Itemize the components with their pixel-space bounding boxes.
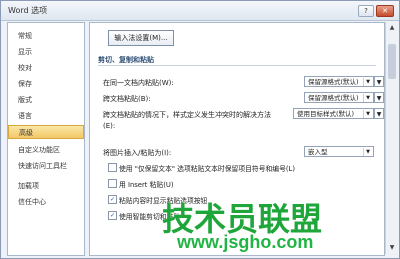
chevron-down-icon: ▼ — [363, 78, 372, 86]
paste-same-document-select[interactable]: 保留源格式(默认) ▼ — [304, 76, 374, 87]
scroll-up-icon[interactable]: ▲ — [388, 24, 396, 32]
sidebar-item-customize-ribbon[interactable]: 自定义功能区 — [8, 143, 84, 157]
insert-picture-select[interactable]: 嵌入型 ▼ — [304, 146, 374, 157]
checkbox-use-insert-label: 用 Insert 粘贴(U) — [119, 181, 174, 189]
sidebar-item-general[interactable]: 常规 — [8, 29, 84, 43]
window-title: Word 选项 — [8, 6, 48, 15]
section-title: 剪切、复制和粘贴 — [98, 56, 154, 64]
sidebar-item-layout[interactable]: 版式 — [8, 93, 84, 107]
sidebar-item-proofing[interactable]: 校对 — [8, 61, 84, 75]
dropdown-button[interactable]: ▼ — [374, 108, 384, 119]
chevron-down-icon: ▼ — [363, 148, 372, 156]
sidebar-item-advanced[interactable]: 高级 — [8, 125, 84, 139]
help-button[interactable]: ? — [358, 5, 374, 17]
dropdown-button[interactable]: ▼ — [374, 92, 384, 103]
content-scrollbar[interactable]: ▲ ▼ — [385, 22, 398, 254]
paste-between-documents-label: 跨文档粘贴(B): — [103, 95, 151, 103]
sidebar-item-save[interactable]: 保存 — [8, 77, 84, 91]
close-button[interactable]: ✕ — [376, 5, 394, 17]
scroll-thumb[interactable] — [388, 44, 396, 79]
word-options-window: Word 选项 ? ✕ 常规 显示 校对 保存 版式 语言 高级 自定义功能区 … — [0, 0, 400, 259]
title-bar: Word 选项 ? ✕ — [1, 1, 399, 21]
checkbox-use-insert[interactable] — [108, 179, 117, 188]
style-conflict-shortcut-label: (E): — [103, 122, 116, 130]
chevron-down-icon: ▼ — [363, 94, 372, 102]
sidebar-item-trust-center[interactable]: 信任中心 — [8, 195, 84, 209]
paste-between-documents-value: 保留源格式(默认) — [308, 94, 359, 102]
checkbox-show-paste-options[interactable]: ✓ — [108, 195, 117, 204]
style-conflict-label: 跨文档粘贴的情况下，样式定义发生冲突时的解决方法 — [103, 111, 271, 119]
options-sidebar: 常规 显示 校对 保存 版式 语言 高级 自定义功能区 快速访问工具栏 加载项 … — [7, 22, 85, 256]
checkbox-keep-bullets[interactable] — [108, 163, 117, 172]
sidebar-item-addins[interactable]: 加载项 — [8, 179, 84, 193]
insert-picture-value: 嵌入型 — [308, 148, 328, 156]
watermark-url: www.jsgho.com — [177, 232, 314, 252]
sidebar-item-quick-access[interactable]: 快速访问工具栏 — [8, 159, 84, 173]
section-divider — [98, 65, 376, 66]
paste-between-documents-select[interactable]: 保留源格式(默认) ▼ — [304, 92, 374, 103]
ime-settings-button[interactable]: 输入法设置(M)... — [108, 30, 174, 46]
sidebar-item-display[interactable]: 显示 — [8, 45, 84, 59]
checkbox-keep-bullets-label: 使用 "仅保留文本" 选项粘贴文本时保留项目符号和编号(L) — [119, 165, 295, 173]
paste-same-document-value: 保留源格式(默认) — [308, 78, 359, 86]
style-conflict-select[interactable]: 使用目标样式(默认) ▼ — [293, 108, 374, 119]
style-conflict-value: 使用目标样式(默认) — [297, 110, 355, 118]
scroll-down-icon[interactable]: ▼ — [388, 244, 396, 252]
insert-picture-label: 将图片插入/粘贴为(I): — [103, 149, 172, 157]
checkbox-smart-cut-paste[interactable]: ✓ — [108, 211, 117, 220]
chevron-down-icon: ▼ — [363, 110, 372, 118]
sidebar-item-language[interactable]: 语言 — [8, 109, 84, 123]
paste-same-document-label: 在同一文档内粘贴(W): — [103, 79, 174, 87]
dropdown-button[interactable]: ▼ — [374, 76, 384, 87]
